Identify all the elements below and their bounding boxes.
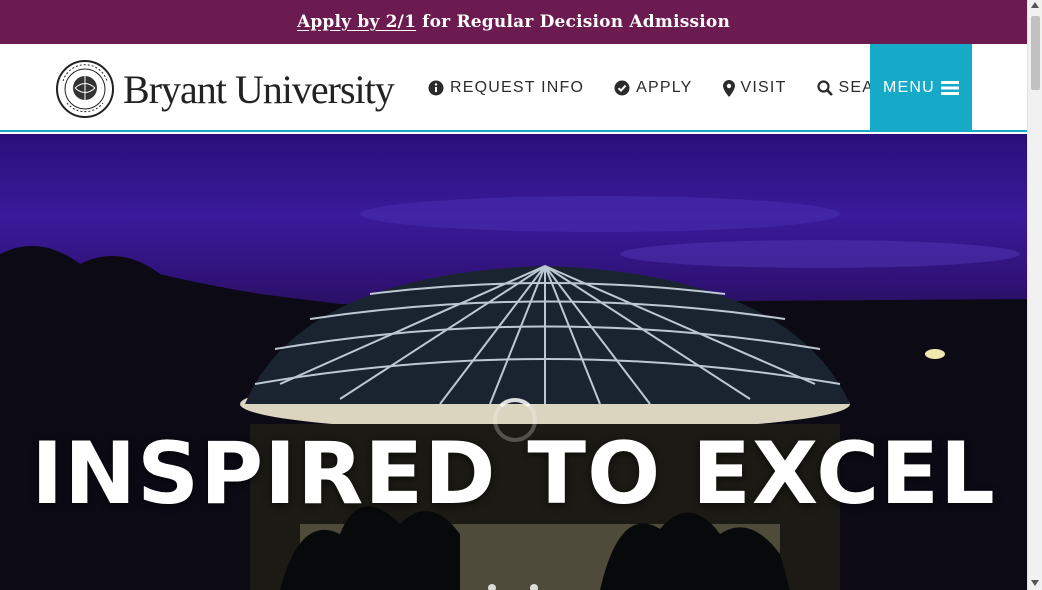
- university-logo[interactable]: Bryant University: [55, 59, 395, 119]
- utility-nav: REQUEST INFO APPLY VISIT SEARCH: [428, 44, 942, 132]
- map-marker-icon: [722, 79, 735, 97]
- nav-request-info-label: REQUEST INFO: [450, 79, 585, 96]
- university-seal-icon: [56, 60, 114, 118]
- hero-headline: INSPIRED TO EXCEL: [31, 424, 996, 524]
- page-scrollbar[interactable]: [1027, 0, 1042, 590]
- nav-apply[interactable]: APPLY: [614, 79, 692, 97]
- scroll-thumb[interactable]: [1031, 16, 1040, 90]
- apply-deadline-link[interactable]: Apply by 2/1: [297, 12, 416, 32]
- check-circle-icon: [614, 80, 630, 96]
- announcement-bar: Apply by 2/1 for Regular Decision Admiss…: [0, 0, 1027, 44]
- scroll-down-arrow-icon[interactable]: [1031, 580, 1039, 586]
- search-icon: [816, 80, 833, 96]
- nav-visit-label: VISIT: [740, 79, 787, 96]
- hamburger-icon: [940, 81, 959, 95]
- nav-request-info[interactable]: REQUEST INFO: [428, 79, 584, 97]
- site-header: Bryant University REQUEST INFO APPLY VIS…: [0, 44, 1027, 132]
- carousel-dot[interactable]: [488, 584, 496, 590]
- nav-visit[interactable]: VISIT: [722, 79, 787, 97]
- announcement-text: for Regular Decision Admission: [422, 12, 731, 32]
- carousel-dot[interactable]: [530, 584, 538, 590]
- logo-wordmark: Bryant University: [123, 66, 395, 112]
- carousel-dots: [488, 584, 572, 590]
- info-circle-icon: [428, 80, 444, 96]
- menu-label: MENU: [883, 79, 935, 96]
- scroll-up-arrow-icon[interactable]: [1031, 2, 1039, 8]
- menu-button[interactable]: MENU: [870, 44, 972, 132]
- nav-apply-label: APPLY: [636, 79, 693, 96]
- hero-banner: INSPIRED TO EXCEL: [0, 134, 1027, 590]
